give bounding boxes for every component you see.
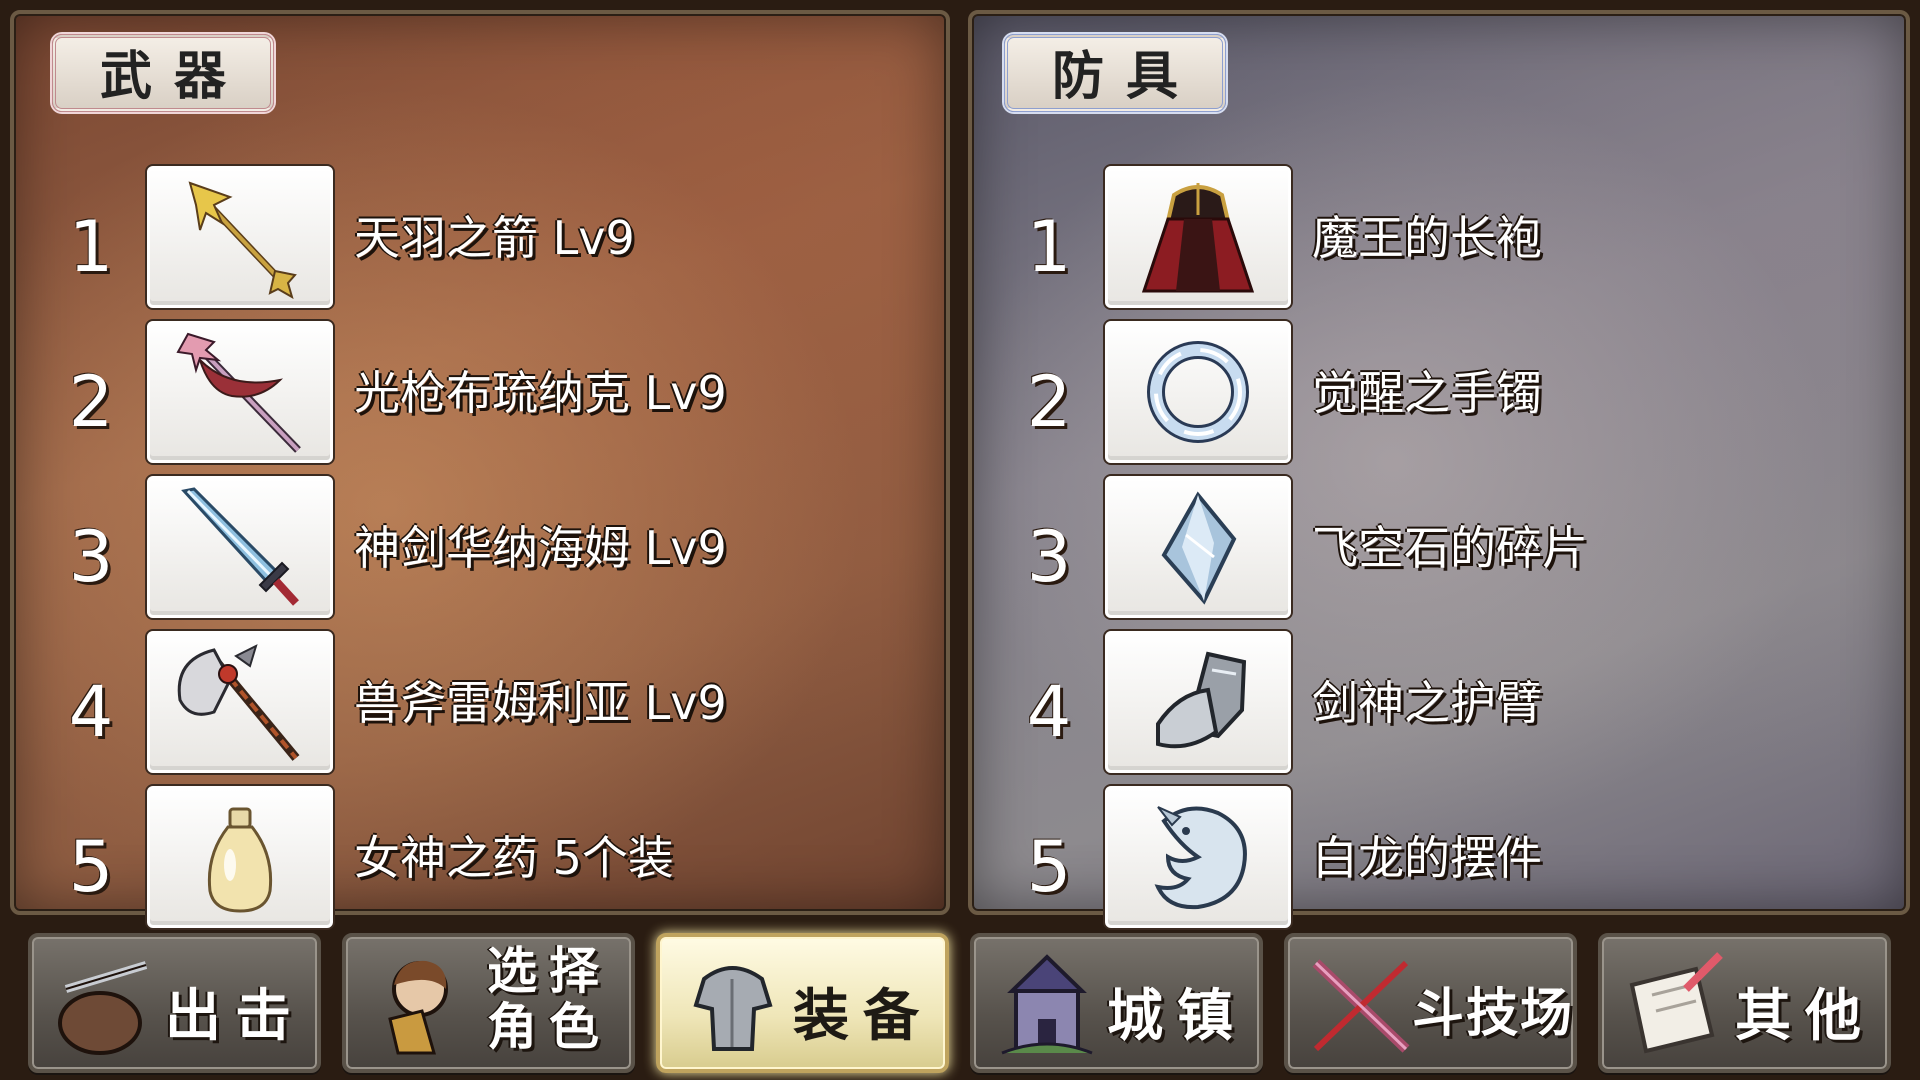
potion-icon	[207, 807, 273, 913]
item-name: 飞空石的碎片	[1312, 521, 1588, 575]
crystal-icon	[1161, 491, 1237, 605]
select-label-line1: 选择	[487, 942, 611, 1000]
select-label-line2: 角色	[487, 998, 611, 1056]
item-name: 神剑华纳海姆 Lv9	[354, 521, 727, 575]
rank-number: 2	[1026, 361, 1072, 443]
weapon-row-1[interactable]: 1 天羽之箭 Lv9	[14, 166, 946, 311]
arena-button[interactable]: 斗技场	[1284, 933, 1577, 1073]
item-icon-frame	[1105, 166, 1291, 308]
rank-number: 3	[1026, 516, 1072, 598]
axe-icon	[177, 644, 300, 761]
crossed-swords-icon	[1312, 959, 1410, 1053]
bracelet-icon	[1147, 341, 1249, 443]
item-icon-frame	[1105, 476, 1291, 618]
arrow-icon	[188, 181, 297, 299]
bottom-nav-bar: 出击 选择 角色 装备 城镇 斗技场 其他	[0, 925, 1920, 1080]
item-icon-frame	[1105, 321, 1291, 463]
item-name: 兽斧雷姆利亚 Lv9	[354, 676, 727, 730]
rank-number: 5	[68, 826, 114, 908]
select-character-label: 选择 角色	[474, 943, 624, 1055]
rank-number: 5	[1026, 826, 1072, 908]
other-label: 其他	[1735, 984, 1875, 1049]
item-icon-frame	[147, 786, 333, 928]
item-icon-frame	[147, 166, 333, 308]
armor-title: 防具	[1004, 34, 1226, 112]
weapon-row-3[interactable]: 3 神剑华纳海姆 Lv9	[14, 476, 946, 621]
rank-number: 3	[68, 516, 114, 598]
item-icon-frame	[147, 321, 333, 463]
weapons-panel: 武器 1 天羽之箭 Lv9 2 光枪布琉纳克 Lv9 3 神剑华纳海姆 Lv9 …	[10, 10, 950, 928]
item-name: 光枪布琉纳克 Lv9	[354, 366, 727, 420]
armor-icon	[693, 966, 773, 1051]
item-name: 魔王的长袍	[1312, 211, 1542, 265]
gauntlet-icon	[1156, 651, 1247, 749]
item-name: 女神之药 5个装	[354, 831, 674, 885]
item-icon-frame	[1105, 786, 1291, 928]
armor-row-4[interactable]: 4 剑神之护臂	[972, 631, 1906, 776]
weapons-title: 武器	[52, 34, 274, 112]
equipment-button[interactable]: 装备	[656, 933, 949, 1073]
rank-number: 4	[1026, 671, 1072, 753]
rank-number: 4	[68, 671, 114, 753]
sortie-icon	[58, 961, 148, 1055]
armor-row-2[interactable]: 2 觉醒之手镯	[972, 321, 1906, 466]
sword-icon	[181, 487, 299, 606]
sortie-label: 出击	[165, 984, 305, 1049]
weapon-row-5[interactable]: 5 女神之药 5个装	[14, 786, 946, 931]
item-icon-frame	[147, 476, 333, 618]
robe-icon	[1141, 183, 1255, 293]
town-label: 城镇	[1107, 984, 1247, 1049]
dragon-figure-icon	[1154, 806, 1247, 910]
item-name: 觉醒之手镯	[1312, 366, 1542, 420]
weapon-row-4[interactable]: 4 兽斧雷姆利亚 Lv9	[14, 631, 946, 776]
item-icon-frame	[1105, 631, 1291, 773]
rank-number: 2	[68, 361, 114, 443]
character-icon	[388, 960, 448, 1055]
item-name: 天羽之箭 Lv9	[354, 211, 635, 265]
item-name: 剑神之护臂	[1312, 676, 1542, 730]
armor-panel: 防具 1 魔王的长袍 2 觉醒之手镯 3 飞空石的碎片 4 剑神之护臂 5 白龙…	[968, 10, 1910, 928]
rank-number: 1	[1026, 206, 1072, 288]
scroll-icon	[1629, 952, 1723, 1054]
select-character-button[interactable]: 选择 角色	[342, 933, 635, 1073]
arena-label: 斗技场	[1411, 984, 1574, 1044]
armor-row-3[interactable]: 3 飞空石的碎片	[972, 476, 1906, 621]
item-icon-frame	[147, 631, 333, 773]
equipment-label: 装备	[793, 984, 933, 1049]
rank-number: 1	[68, 206, 114, 288]
other-button[interactable]: 其他	[1598, 933, 1891, 1073]
castle-icon	[1001, 954, 1093, 1055]
armor-row-5[interactable]: 5 白龙的摆件	[972, 786, 1906, 931]
town-button[interactable]: 城镇	[970, 933, 1263, 1073]
armor-row-1[interactable]: 1 魔王的长袍	[972, 166, 1906, 311]
spear-icon	[176, 332, 301, 453]
item-name: 白龙的摆件	[1312, 831, 1542, 885]
weapon-row-2[interactable]: 2 光枪布琉纳克 Lv9	[14, 321, 946, 466]
sortie-button[interactable]: 出击	[28, 933, 321, 1073]
